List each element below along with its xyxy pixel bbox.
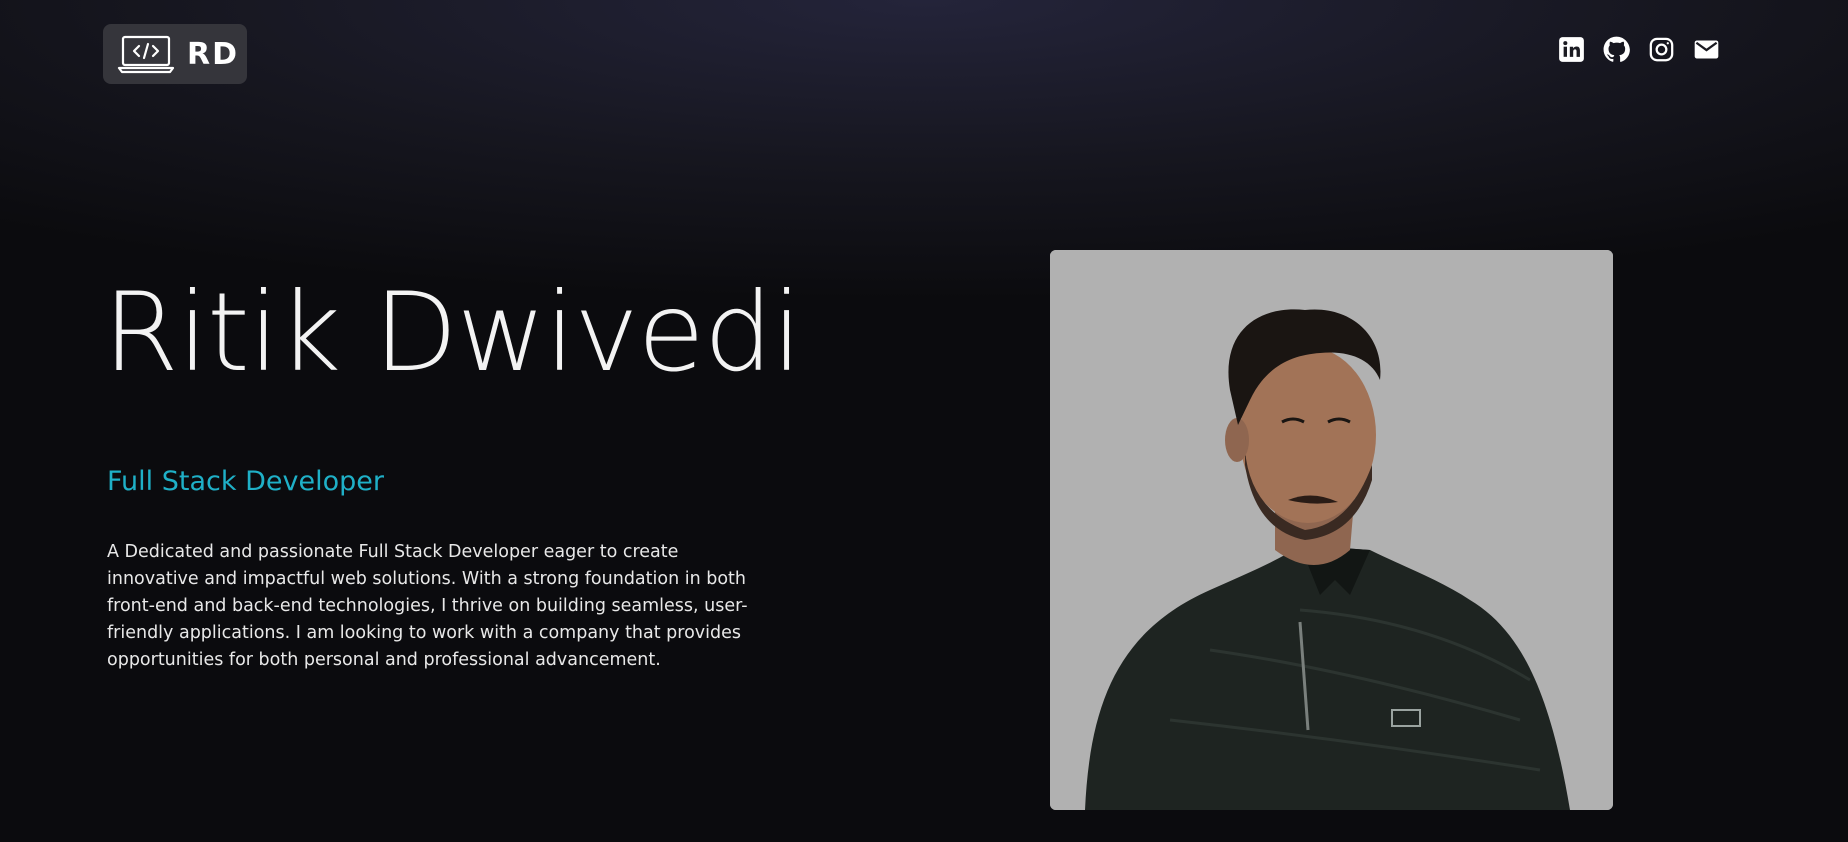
site-logo[interactable]: RD xyxy=(103,24,247,84)
laptop-code-icon xyxy=(117,34,175,74)
github-link[interactable] xyxy=(1603,36,1630,63)
github-icon xyxy=(1603,36,1630,62)
instagram-icon xyxy=(1649,37,1674,62)
hero-role: Full Stack Developer xyxy=(107,466,384,497)
profile-photo xyxy=(1050,250,1613,810)
instagram-link[interactable] xyxy=(1648,36,1675,63)
hero-name: Ritik Dwivedi xyxy=(103,269,802,396)
hero-bio: A Dedicated and passionate Full Stack De… xyxy=(107,542,748,670)
linkedin-link[interactable] xyxy=(1558,36,1585,63)
social-links xyxy=(1558,36,1720,63)
linkedin-icon xyxy=(1559,37,1584,62)
mail-icon xyxy=(1694,40,1719,59)
mail-link[interactable] xyxy=(1693,36,1720,63)
logo-text: RD xyxy=(187,36,240,72)
